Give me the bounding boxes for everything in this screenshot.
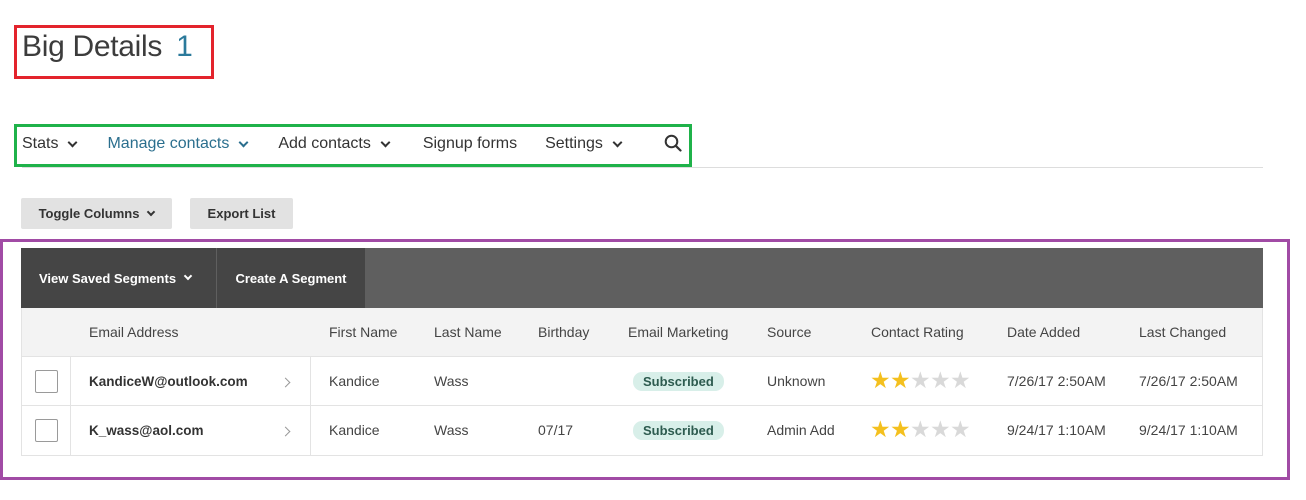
chevron-down-icon xyxy=(238,137,249,147)
star-filled-icon[interactable]: ★ xyxy=(870,418,891,442)
nav-item-signup-forms-label: Signup forms xyxy=(422,135,518,152)
column-header-last-changed[interactable]: Last Changed xyxy=(1139,308,1226,357)
nav-item-settings[interactable]: Settings xyxy=(545,135,623,153)
chevron-down-icon xyxy=(380,137,391,147)
star-empty-icon[interactable]: ★ xyxy=(910,369,931,393)
nav-item-stats[interactable]: Stats xyxy=(22,135,78,153)
nav-item-settings-label: Settings xyxy=(545,135,603,152)
chevron-down-icon xyxy=(612,137,623,147)
nav-item-add-contacts-label: Add contacts xyxy=(278,135,371,152)
star-filled-icon[interactable]: ★ xyxy=(870,369,891,393)
star-filled-icon[interactable]: ★ xyxy=(890,418,911,442)
last-changed-cell: 7/26/17 2:50AM xyxy=(1139,373,1238,389)
column-header-contact-rating[interactable]: Contact Rating xyxy=(871,308,964,357)
table-row[interactable]: K_wass@aol.com Kandice Wass 07/17 Subscr… xyxy=(22,406,1262,455)
nav-item-add-contacts[interactable]: Add contacts xyxy=(278,135,391,153)
column-header-email-marketing[interactable]: Email Marketing xyxy=(628,308,728,357)
column-header-email[interactable]: Email Address xyxy=(89,308,178,357)
column-header-first-name[interactable]: First Name xyxy=(329,308,397,357)
page-title-count: 1 xyxy=(176,30,193,63)
cell-divider xyxy=(70,406,71,455)
page-title-text: Big Details xyxy=(22,30,163,63)
export-list-label: Export List xyxy=(207,206,276,221)
last-name-cell: Wass xyxy=(434,422,469,438)
column-header-date-added[interactable]: Date Added xyxy=(1007,308,1080,357)
source-cell: Unknown xyxy=(767,373,826,389)
contacts-table: Email Address First Name Last Name Birth… xyxy=(21,308,1263,456)
row-checkbox[interactable] xyxy=(35,370,58,393)
column-header-birthday[interactable]: Birthday xyxy=(538,308,589,357)
page-title: Big Details 1 xyxy=(22,30,193,64)
cell-divider xyxy=(310,357,311,406)
view-saved-segments-button[interactable]: View Saved Segments xyxy=(21,248,216,308)
star-empty-icon[interactable]: ★ xyxy=(950,418,971,442)
chevron-down-icon xyxy=(68,137,78,147)
export-list-button[interactable]: Export List xyxy=(190,198,293,229)
birthday-cell: 07/17 xyxy=(538,422,574,438)
cell-divider xyxy=(310,406,311,455)
star-empty-icon[interactable]: ★ xyxy=(930,418,951,442)
column-header-last-name[interactable]: Last Name xyxy=(434,308,502,357)
last-changed-cell: 9/24/17 1:10AM xyxy=(1139,422,1238,438)
email-cell[interactable]: K_wass@aol.com xyxy=(89,406,203,455)
status-badge: Subscribed xyxy=(633,372,724,391)
first-name-cell: Kandice xyxy=(329,422,380,438)
view-saved-segments-label: View Saved Segments xyxy=(39,270,177,286)
nav-item-manage-contacts-label: Manage contacts xyxy=(107,135,230,152)
column-header-source[interactable]: Source xyxy=(767,308,811,357)
toggle-columns-button[interactable]: Toggle Columns xyxy=(21,198,172,229)
email-cell[interactable]: KandiceW@outlook.com xyxy=(89,357,248,406)
segment-bar: View Saved Segments Create A Segment xyxy=(21,248,1263,308)
contact-rating: ★ ★ ★ ★ ★ xyxy=(870,369,971,393)
date-added-cell: 7/26/17 2:50AM xyxy=(1007,373,1106,389)
star-empty-icon[interactable]: ★ xyxy=(950,369,971,393)
table-row[interactable]: KandiceW@outlook.com Kandice Wass Subscr… xyxy=(22,357,1262,406)
date-added-cell: 9/24/17 1:10AM xyxy=(1007,422,1106,438)
audience-nav: Stats Manage contacts Add contacts Signu… xyxy=(22,131,623,157)
search-icon[interactable] xyxy=(664,134,682,152)
toggle-columns-label: Toggle Columns xyxy=(38,206,140,221)
chevron-right-icon[interactable] xyxy=(280,426,291,437)
star-empty-icon[interactable]: ★ xyxy=(910,418,931,442)
star-filled-icon[interactable]: ★ xyxy=(890,369,911,393)
contact-rating: ★ ★ ★ ★ ★ xyxy=(870,418,971,442)
nav-item-stats-label: Stats xyxy=(22,135,59,152)
last-name-cell: Wass xyxy=(434,373,469,389)
cell-divider xyxy=(70,357,71,406)
chevron-down-icon xyxy=(183,271,193,281)
chevron-right-icon[interactable] xyxy=(280,377,291,388)
first-name-cell: Kandice xyxy=(329,373,380,389)
row-checkbox[interactable] xyxy=(35,419,58,442)
create-segment-button[interactable]: Create A Segment xyxy=(217,248,365,308)
nav-item-manage-contacts[interactable]: Manage contacts xyxy=(107,135,249,153)
star-empty-icon[interactable]: ★ xyxy=(930,369,951,393)
table-header: Email Address First Name Last Name Birth… xyxy=(22,308,1262,357)
create-segment-label: Create A Segment xyxy=(235,270,347,286)
chevron-down-icon xyxy=(147,207,156,216)
nav-divider xyxy=(22,167,1263,168)
status-badge: Subscribed xyxy=(633,421,724,440)
nav-item-signup-forms[interactable]: Signup forms xyxy=(423,135,517,153)
source-cell: Admin Add xyxy=(767,422,835,438)
